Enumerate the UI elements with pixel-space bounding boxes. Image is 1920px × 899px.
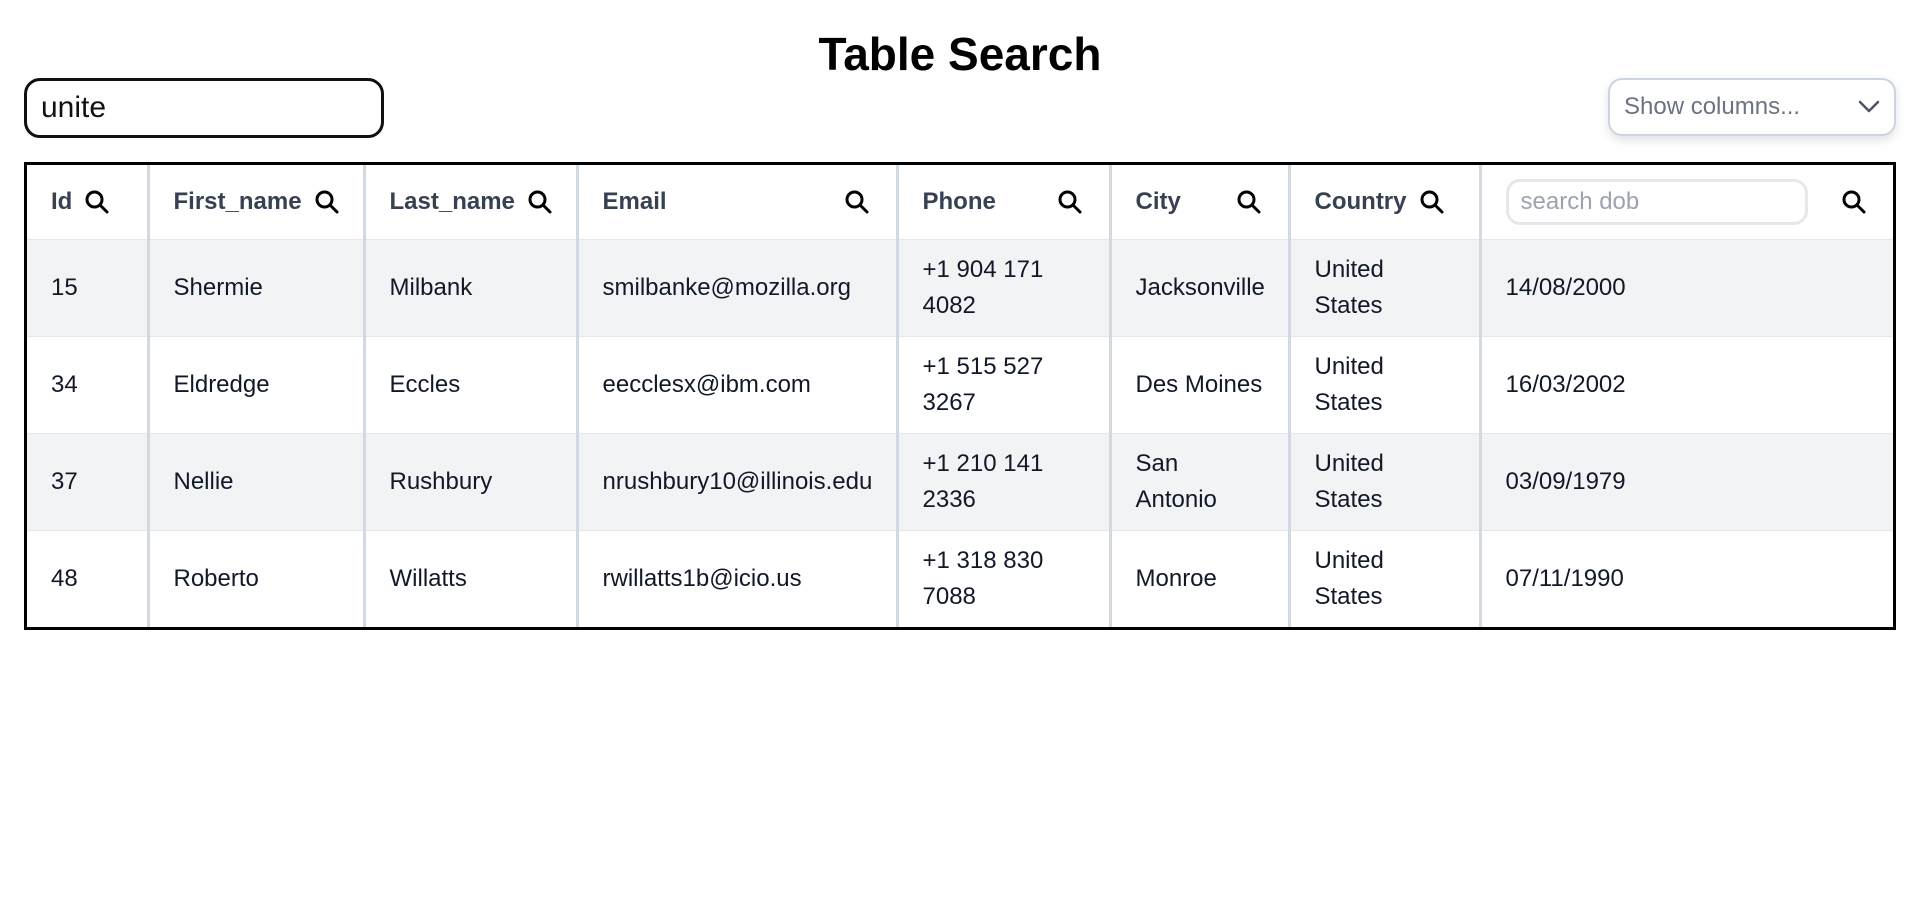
- cell-dob: 07/11/1990: [1480, 530, 1893, 627]
- column-header-label: Email: [602, 187, 667, 215]
- table-row: 15 Shermie Milbank smilbanke@mozilla.org…: [27, 239, 1893, 337]
- cell-dob: 03/09/1979: [1480, 433, 1893, 531]
- chevron-down-icon[interactable]: [1856, 94, 1882, 120]
- data-table-container: Id First_name Last_name Email Phone City…: [24, 162, 1896, 630]
- cell-country-line: States: [1314, 582, 1383, 610]
- cell-country: United States: [1289, 530, 1482, 627]
- show-columns-select[interactable]: Show columns...: [1608, 78, 1896, 136]
- cell-id: 15: [27, 239, 150, 337]
- cell-country-line: States: [1314, 388, 1383, 416]
- cell-email: smilbanke@mozilla.org: [577, 239, 899, 337]
- column-header-city: City: [1110, 165, 1291, 240]
- cell-country-line: United: [1314, 255, 1384, 283]
- cell-country: United States: [1289, 433, 1482, 531]
- column-header-last-name: Last_name: [364, 165, 579, 240]
- table-row: 37 Nellie Rushbury nrushbury10@illinois.…: [27, 433, 1893, 531]
- data-table: Id First_name Last_name Email Phone City…: [27, 165, 1893, 627]
- cell-phone: +1 210 141 2336: [897, 433, 1112, 531]
- cell-country: United States: [1289, 336, 1482, 434]
- cell-country-line: States: [1314, 291, 1383, 319]
- cell-city: Monroe: [1110, 530, 1291, 627]
- cell-city: Des Moines: [1110, 336, 1291, 434]
- column-header-dob: [1480, 165, 1893, 240]
- page-title: Table Search: [818, 28, 1102, 80]
- cell-phone-line: 4082: [922, 291, 976, 319]
- show-columns-placeholder: Show columns...: [1624, 93, 1801, 120]
- header-row: Id First_name Last_name Email Phone City…: [27, 165, 1893, 240]
- cell-last-name: Eccles: [364, 336, 579, 434]
- cell-email: eecclesx@ibm.com: [577, 336, 899, 434]
- column-header-label: Phone: [922, 187, 996, 215]
- cell-city-line: Jacksonville: [1135, 273, 1265, 301]
- cell-country-line: United: [1314, 449, 1384, 477]
- cell-id: 37: [27, 433, 150, 531]
- column-header-first-name: First_name: [148, 165, 366, 240]
- cell-country-line: United: [1314, 546, 1384, 574]
- search-icon[interactable]: [82, 187, 112, 217]
- cell-last-name: Willatts: [364, 530, 579, 627]
- cell-phone-line: +1 904 171: [922, 255, 1044, 283]
- cell-phone-line: 2336: [922, 485, 976, 513]
- cell-first-name: Nellie: [148, 433, 366, 531]
- cell-first-name: Roberto: [148, 530, 366, 627]
- page: Table Search Show columns...: [0, 0, 1920, 899]
- search-icon[interactable]: [1417, 187, 1447, 217]
- column-header-label: City: [1135, 187, 1181, 215]
- column-header-label: Last_name: [389, 187, 515, 215]
- search-icon[interactable]: [842, 187, 872, 217]
- dob-search-input[interactable]: [1505, 178, 1808, 225]
- search-icon[interactable]: [1055, 187, 1085, 217]
- search-icon[interactable]: [525, 187, 555, 217]
- cell-email: nrushbury10@illinois.edu: [577, 433, 899, 531]
- cell-dob: 14/08/2000: [1480, 239, 1893, 337]
- cell-last-name: Rushbury: [364, 433, 579, 531]
- cell-phone-line: +1 210 141: [922, 449, 1044, 477]
- cell-city-line: Monroe: [1135, 564, 1217, 592]
- cell-phone-line: +1 515 527: [922, 352, 1044, 380]
- column-header-id: Id: [27, 165, 150, 240]
- cell-phone-line: 7088: [922, 582, 976, 610]
- table-row: 48 Roberto Willatts rwillatts1b@icio.us …: [27, 530, 1893, 627]
- cell-phone-line: 3267: [922, 388, 976, 416]
- cell-phone: +1 318 830 7088: [897, 530, 1112, 627]
- cell-phone: +1 904 171 4082: [897, 239, 1112, 337]
- column-header-label: Id: [51, 187, 73, 215]
- cell-email: rwillatts1b@icio.us: [577, 530, 899, 627]
- cell-first-name: Shermie: [148, 239, 366, 337]
- search-icon[interactable]: [312, 187, 342, 217]
- cell-first-name: Eldredge: [148, 336, 366, 434]
- table-row: 34 Eldredge Eccles eecclesx@ibm.com +1 5…: [27, 336, 1893, 434]
- search-icon[interactable]: [1839, 187, 1869, 217]
- column-header-label: Country: [1314, 187, 1407, 215]
- cell-country: United States: [1289, 239, 1482, 337]
- column-header-label: First_name: [173, 187, 302, 215]
- cell-id: 48: [27, 530, 150, 627]
- column-header-phone: Phone: [897, 165, 1112, 240]
- column-header-email: Email: [577, 165, 899, 240]
- global-search-input[interactable]: [24, 78, 384, 138]
- cell-city: San Antonio: [1110, 433, 1291, 531]
- cell-country-line: United: [1314, 352, 1384, 380]
- cell-city: Jacksonville: [1110, 239, 1291, 337]
- cell-id: 34: [27, 336, 150, 434]
- search-icon[interactable]: [1234, 187, 1264, 217]
- cell-phone-line: +1 318 830: [922, 546, 1044, 574]
- cell-city-line: Antonio: [1135, 485, 1217, 513]
- column-header-country: Country: [1289, 165, 1482, 240]
- cell-last-name: Milbank: [364, 239, 579, 337]
- cell-country-line: States: [1314, 485, 1383, 513]
- cell-city-line: Des Moines: [1135, 370, 1263, 398]
- cell-phone: +1 515 527 3267: [897, 336, 1112, 434]
- cell-dob: 16/03/2002: [1480, 336, 1893, 434]
- cell-city-line: San: [1135, 449, 1179, 477]
